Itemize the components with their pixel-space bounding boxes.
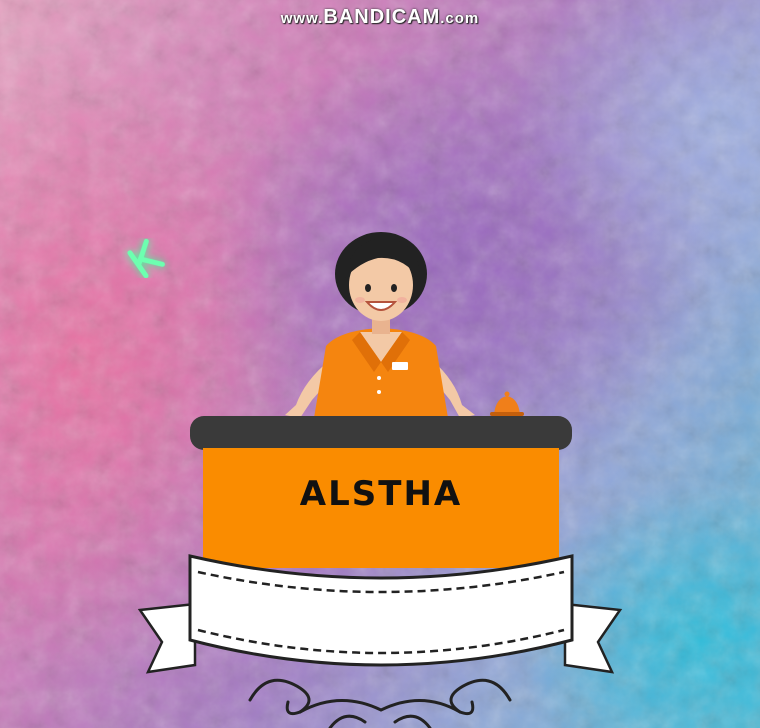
desk-top (190, 416, 572, 450)
reception-scene (137, 232, 623, 728)
ribbon-banner (137, 554, 623, 674)
receptionist-illustration (285, 232, 475, 418)
service-bell-icon (490, 391, 524, 416)
flourish-ornament (248, 678, 512, 728)
desk-name-label: ALSTHA (299, 474, 463, 514)
